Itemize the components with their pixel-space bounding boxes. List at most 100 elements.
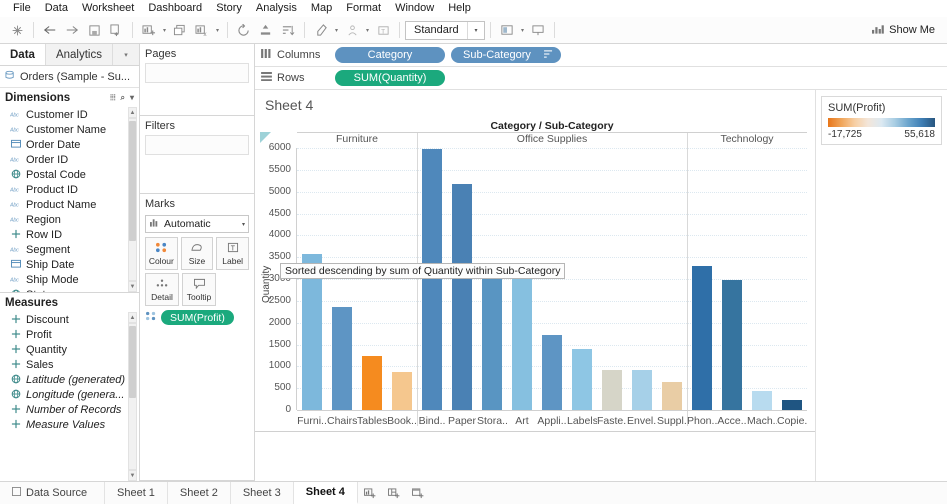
x-axis-label[interactable]: Mach..	[747, 415, 777, 427]
x-axis-label[interactable]: Stora..	[477, 415, 507, 427]
tab-data[interactable]: Data	[0, 44, 45, 65]
sheet-tab-sheet-2[interactable]: Sheet 2	[168, 482, 231, 504]
dimension-postal-code[interactable]: Postal Code	[0, 167, 139, 182]
bar-tables[interactable]	[362, 356, 381, 410]
dropdown-caret-icon[interactable]: ▾	[332, 27, 341, 34]
colour-legend[interactable]: SUM(Profit) -17,725 55,618	[821, 96, 942, 145]
data-source-tab[interactable]: Data Source	[0, 482, 105, 504]
pages-shelf[interactable]	[145, 63, 249, 83]
sheet-tab-sheet-4[interactable]: Sheet 4	[294, 482, 358, 504]
rows-shelf-drop[interactable]: SUM(Quantity)	[317, 67, 947, 89]
mark-type-dropdown[interactable]: Automatic ▾	[145, 215, 249, 233]
dimension-ship-date[interactable]: Ship Date	[0, 257, 139, 272]
x-axis-label[interactable]: Art	[507, 415, 537, 427]
marks-colour-pill[interactable]: SUM(Profit)	[161, 310, 234, 325]
x-axis-label[interactable]: Book..	[387, 415, 417, 427]
bar-appliances[interactable]	[542, 335, 561, 410]
chevron-down-icon[interactable]: ▾	[467, 22, 484, 39]
x-axis-label[interactable]: Bind..	[417, 415, 447, 427]
x-axis-label[interactable]: Appli..	[537, 415, 567, 427]
scroll-down-arrow[interactable]: ▼	[128, 470, 137, 481]
measure-profit[interactable]: Profit	[0, 327, 139, 342]
back-arrow-icon[interactable]	[39, 20, 61, 41]
bar-envelopes[interactable]	[632, 370, 651, 410]
menu-item-worksheet[interactable]: Worksheet	[75, 0, 141, 17]
measure-quantity[interactable]: Quantity	[0, 342, 139, 357]
measure-sales[interactable]: Sales	[0, 357, 139, 372]
dimension-product-name[interactable]: AbcProduct Name	[0, 197, 139, 212]
x-axis-label[interactable]: Tables	[357, 415, 387, 427]
new-story-icon[interactable]	[406, 482, 430, 504]
menu-item-file[interactable]: File	[6, 0, 38, 17]
undo-refresh-icon[interactable]	[233, 20, 255, 41]
dimensions-scrollbar[interactable]	[128, 118, 137, 281]
menu-item-help[interactable]: Help	[441, 0, 478, 17]
dropdown-caret-icon[interactable]: ▾	[518, 27, 527, 34]
sheet-tab-sheet-1[interactable]: Sheet 1	[105, 482, 168, 504]
dropdown-caret-icon[interactable]: ▾	[363, 27, 372, 34]
filters-shelf[interactable]	[145, 135, 249, 155]
x-axis-label[interactable]: Furni..	[297, 415, 327, 427]
detail-button[interactable]: Detail	[145, 273, 179, 306]
bar-accessories[interactable]	[722, 280, 741, 410]
add-datasource-icon[interactable]	[105, 20, 127, 41]
menu-item-story[interactable]: Story	[209, 0, 249, 17]
dimension-segment[interactable]: AbcSegment	[0, 242, 139, 257]
chart-canvas[interactable]: Category / Sub-CategoryFurnitureOffice S…	[255, 118, 815, 481]
pill-category[interactable]: Category	[335, 47, 445, 63]
dimension-order-id[interactable]: AbcOrder ID	[0, 152, 139, 167]
scroll-up-arrow[interactable]: ▲	[128, 107, 137, 118]
label-button[interactable]: T Label	[216, 237, 249, 270]
highlight-selected-icon[interactable]	[496, 20, 518, 41]
menu-item-data[interactable]: Data	[38, 0, 75, 17]
bar-binders[interactable]	[422, 149, 441, 410]
x-axis-label[interactable]: Paper	[447, 415, 477, 427]
sort-descending-icon[interactable]	[544, 50, 553, 60]
new-worksheet-icon[interactable]	[138, 20, 160, 41]
scroll-up-arrow[interactable]: ▲	[128, 312, 137, 323]
dimension-ship-mode[interactable]: AbcShip Mode	[0, 272, 139, 287]
x-axis-label[interactable]: Acce..	[717, 415, 747, 427]
bar-storage[interactable]	[482, 272, 501, 410]
duplicate-sheet-icon[interactable]	[169, 20, 191, 41]
x-axis-label[interactable]: Copie..	[777, 415, 807, 427]
scroll-down-arrow[interactable]: ▼	[128, 281, 137, 292]
show-labels-icon[interactable]: T	[372, 20, 394, 41]
swap-rows-cols-icon[interactable]	[255, 20, 277, 41]
new-dashboard-icon[interactable]	[382, 482, 406, 504]
menu-item-window[interactable]: Window	[388, 0, 441, 17]
menu-item-map[interactable]: Map	[304, 0, 339, 17]
bar-paper[interactable]	[452, 184, 471, 410]
measure-number-of-records[interactable]: Number of Records	[0, 402, 139, 417]
bar-machines[interactable]	[752, 391, 771, 410]
dimension-state[interactable]: State	[0, 287, 139, 292]
x-axis-label[interactable]: Faste..	[597, 415, 627, 427]
dimension-product-id[interactable]: AbcProduct ID	[0, 182, 139, 197]
scrollbar-thumb[interactable]	[129, 326, 136, 398]
x-axis-label[interactable]: Suppl..	[657, 415, 687, 427]
group-header-office-supplies[interactable]: Office Supplies	[417, 133, 687, 145]
dimension-region[interactable]: AbcRegion	[0, 212, 139, 227]
group-header-technology[interactable]: Technology	[687, 133, 807, 145]
bar-phones[interactable]	[692, 266, 711, 410]
measure-discount[interactable]: Discount	[0, 312, 139, 327]
measures-scrollbar[interactable]	[128, 323, 137, 470]
bar-copiers[interactable]	[782, 400, 801, 410]
x-axis-label[interactable]: Labels	[567, 415, 597, 427]
save-icon[interactable]	[83, 20, 105, 41]
size-button[interactable]: Size	[181, 237, 214, 270]
fit-dropdown[interactable]: Standard ▾	[405, 21, 485, 40]
clear-sheet-icon[interactable]: x	[191, 20, 213, 41]
colour-button[interactable]: Colour	[145, 237, 178, 270]
x-axis-label[interactable]: Envel..	[627, 415, 657, 427]
chevron-down-icon[interactable]: ▾	[242, 221, 245, 228]
dimension-customer-name[interactable]: AbcCustomer Name	[0, 122, 139, 137]
group-members-icon[interactable]	[341, 20, 363, 41]
scrollbar-thumb[interactable]	[129, 121, 136, 241]
pill-sum-quantity[interactable]: SUM(Quantity)	[335, 70, 445, 86]
new-worksheet-icon[interactable]	[358, 482, 382, 504]
measure-longitude-genera[interactable]: Longitude (genera...	[0, 387, 139, 402]
group-header-furniture[interactable]: Furniture	[297, 133, 417, 145]
pill-sub-category[interactable]: Sub-Category	[451, 47, 561, 63]
highlight-icon[interactable]	[310, 20, 332, 41]
